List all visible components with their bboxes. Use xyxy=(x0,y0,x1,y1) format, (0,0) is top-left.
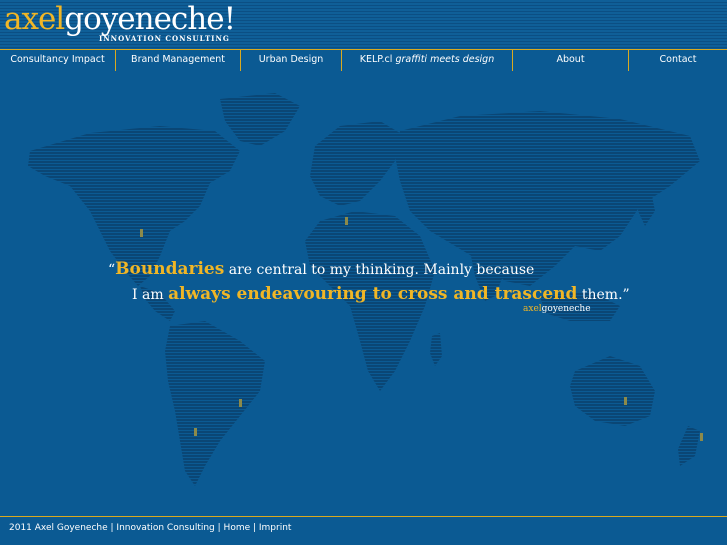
nav-kelp-italic: graffiti meets design xyxy=(395,54,495,65)
nav-kelp[interactable]: KELP.cl graffiti meets design xyxy=(342,50,513,71)
main-nav: Consultancy Impact Brand Management Urba… xyxy=(0,49,727,72)
footer-sep-2: | xyxy=(214,523,224,533)
quote-text-1: are central to my thinking. Mainly becau… xyxy=(224,262,535,278)
quote-highlight-1: Boundaries xyxy=(115,259,225,279)
pin-south-america-east-icon xyxy=(239,399,242,407)
pin-north-america-icon xyxy=(140,229,143,237)
nav-consultancy-impact[interactable]: Consultancy Impact xyxy=(0,50,116,71)
quote-signature: axelgoyeneche xyxy=(523,304,591,314)
logo-last: goyeneche! xyxy=(64,1,236,37)
logo-first: axel xyxy=(4,1,65,37)
logo-tagline: INNOVATION CONSULTING xyxy=(99,34,230,43)
footer-sep-3: | xyxy=(250,523,259,533)
pin-new-zealand-icon xyxy=(700,433,703,441)
signature-first: axel xyxy=(523,304,542,314)
quote: “Boundaries are central to my thinking. … xyxy=(108,258,630,308)
quote-highlight-2: always endeavouring to cross and trascen… xyxy=(168,284,578,304)
quote-text-2b: them.” xyxy=(577,287,630,303)
nav-contact[interactable]: Contact xyxy=(629,50,727,71)
quote-line-1: “Boundaries are central to my thinking. … xyxy=(108,258,628,281)
footer-imprint-link[interactable]: Imprint xyxy=(259,523,292,533)
pin-south-america-south-icon xyxy=(194,428,197,436)
signature-last: goyeneche xyxy=(541,304,591,314)
header: axelgoyeneche! INNOVATION CONSULTING xyxy=(0,0,727,48)
nav-urban-design[interactable]: Urban Design xyxy=(241,50,342,71)
footer-copyright: 2011 Axel Goyeneche xyxy=(9,523,108,533)
quote-text-2a: I am xyxy=(132,287,169,303)
footer: 2011 Axel Goyeneche | Innovation Consult… xyxy=(0,516,727,545)
pin-europe-icon xyxy=(345,217,348,225)
nav-kelp-prefix: KELP.cl xyxy=(359,54,396,65)
footer-home-link[interactable]: Home xyxy=(224,523,251,533)
nav-brand-management[interactable]: Brand Management xyxy=(116,50,241,71)
pin-australia-icon xyxy=(624,397,627,405)
logo[interactable]: axelgoyeneche! INNOVATION CONSULTING xyxy=(4,1,236,46)
footer-company-link[interactable]: Innovation Consulting xyxy=(116,523,214,533)
nav-about[interactable]: About xyxy=(513,50,629,71)
